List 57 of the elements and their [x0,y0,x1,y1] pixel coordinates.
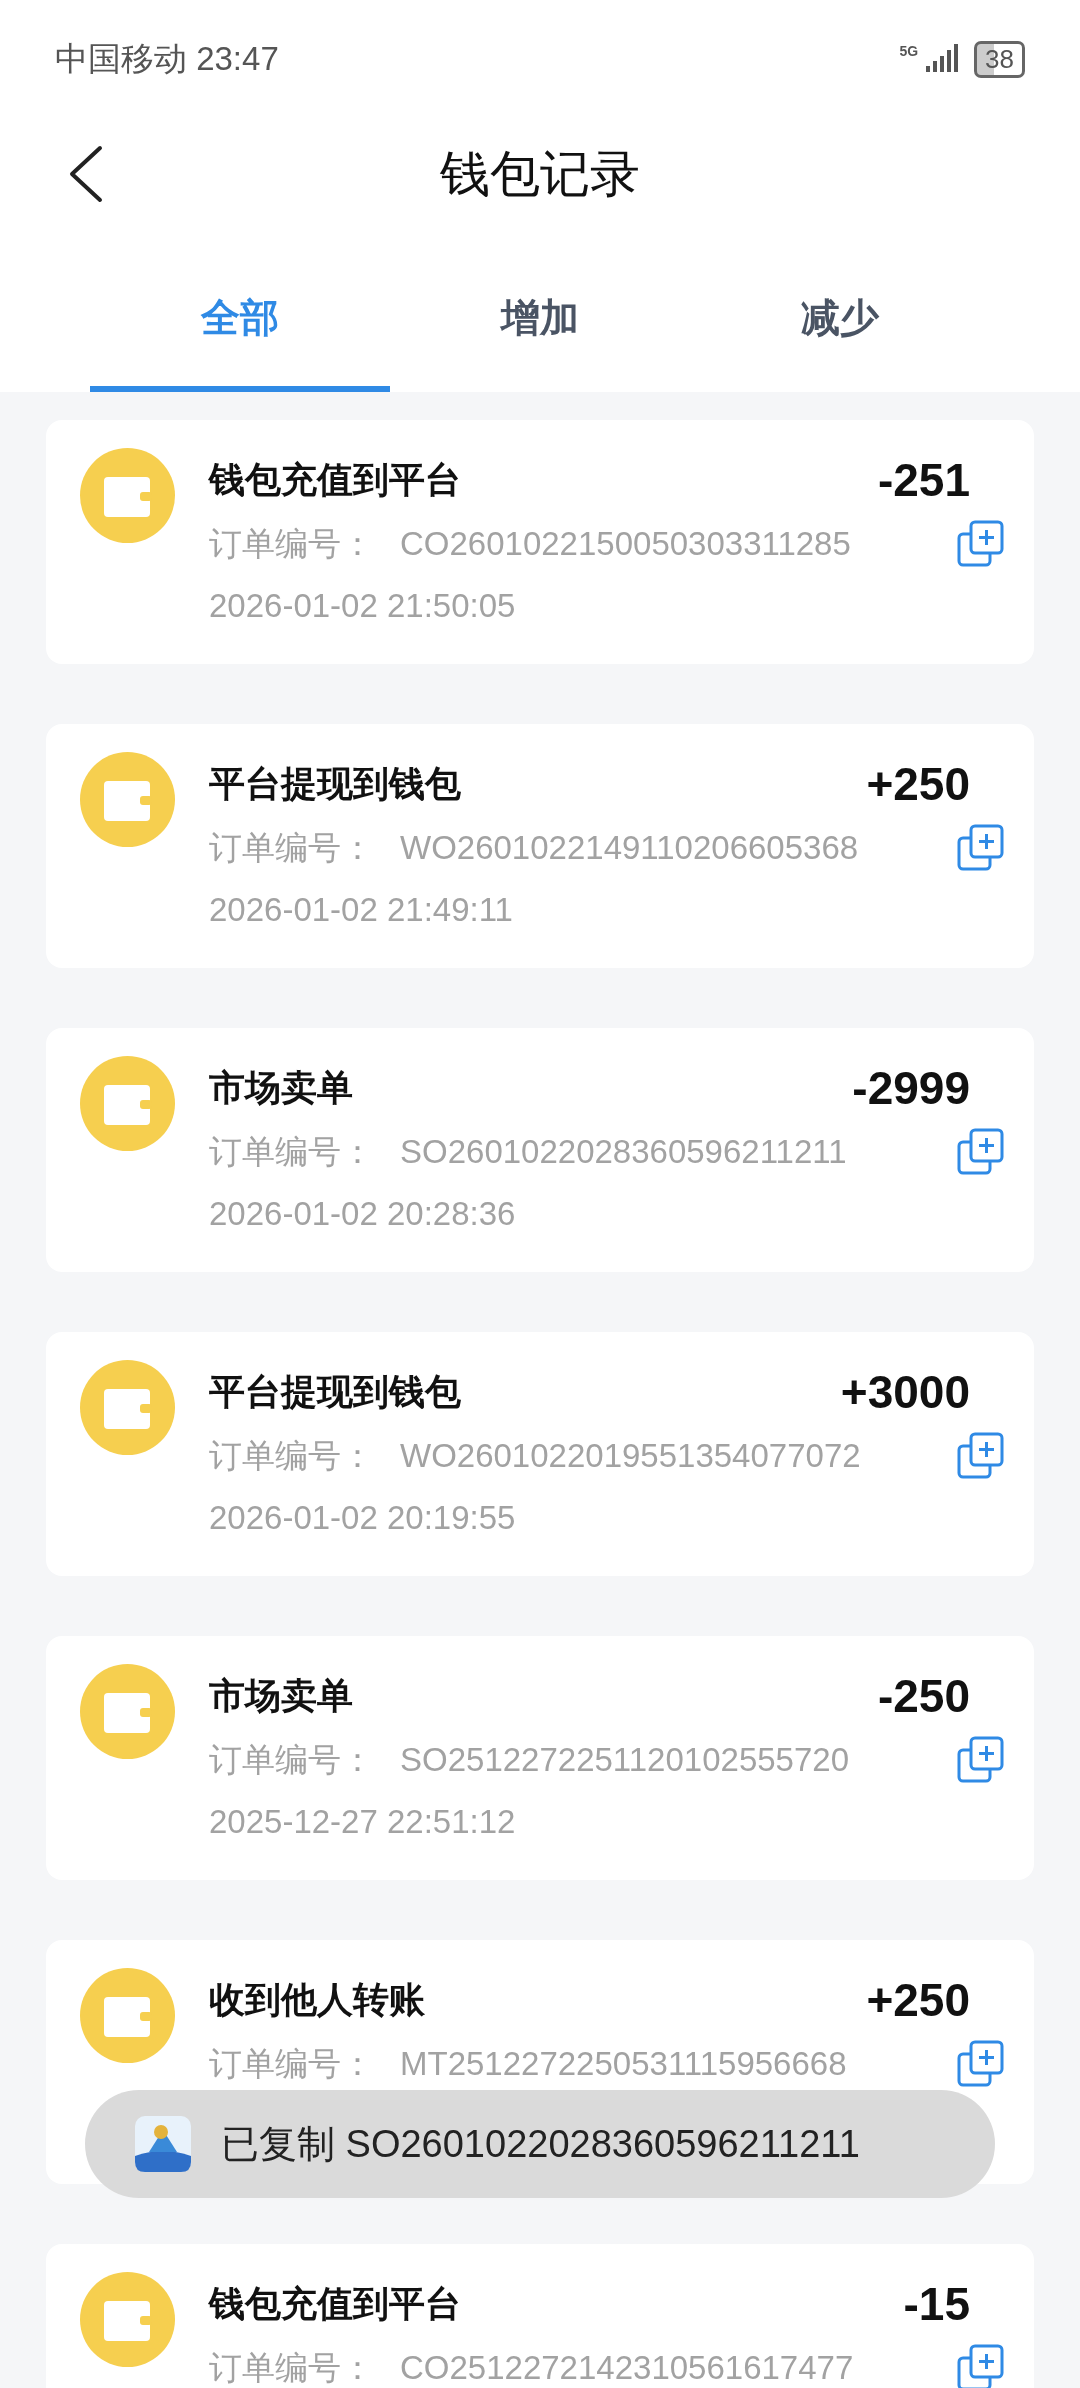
record-amount: -15 [903,2277,970,2331]
record-title: 钱包充值到平台 [209,457,461,502]
order-label: 订单编号： [209,1739,374,1780]
copy-icon[interactable] [956,1431,1006,1481]
order-number: CO2601022150050303311285 [400,525,851,563]
tab[interactable]: 全部 [90,230,390,392]
order-label: 订单编号： [209,523,374,564]
order-label: 订单编号： [209,1131,374,1172]
order-label: 订单编号： [209,827,374,868]
order-label: 订单编号： [209,2043,374,2084]
toast-message: 已复制 SO2601022028360596211211 [221,2121,860,2167]
order-number: WO2601022019551354077072 [400,1437,861,1475]
record-title: 平台提现到钱包 [209,761,461,806]
tab[interactable]: 减少 [690,230,990,392]
order-number: WO2601022149110206605368 [400,829,859,867]
signal-icon [924,44,959,74]
carrier-time: 中国移动 23:47 [55,38,279,79]
order-label: 订单编号： [209,1435,374,1476]
wallet-icon [80,1968,175,2063]
record-date: 2025-12-27 22:51:12 [209,1802,517,1842]
order-number: MT2512272250531115956668 [400,2045,847,2083]
record-amount: +250 [866,757,970,811]
record-date: 2026-01-02 21:49:11 [209,890,514,930]
battery-indicator: 38 [974,40,1025,78]
copy-icon[interactable] [956,2343,1006,2388]
copy-icon[interactable] [956,823,1006,873]
record-amount: -250 [877,1669,970,1723]
network-label: 5G [899,42,919,59]
wallet-icon [80,1664,175,1759]
record-amount: +3000 [840,1365,970,1419]
copy-icon[interactable] [956,519,1006,569]
record-date: 2026-01-02 21:50:05 [209,586,517,626]
app-icon [135,2116,191,2172]
order-label: 订单编号： [209,2347,374,2388]
record-amount: -251 [877,453,970,507]
page-title: 钱包记录 [440,144,640,204]
record-amount: +250 [866,1973,970,2027]
wallet-icon [80,752,175,847]
record-amount: -2999 [852,1061,970,1115]
wallet-icon [80,2272,175,2367]
copy-icon[interactable] [956,1735,1006,1785]
order-number: CO2512272142310561617477 [400,2349,854,2387]
tab[interactable]: 增加 [390,230,690,392]
wallet-icon [80,1360,175,1455]
order-number: SO2512272251120102555720 [400,1741,849,1779]
record-title: 钱包充值到平台 [209,2281,461,2326]
copy-icon[interactable] [956,1127,1006,1177]
record-title: 平台提现到钱包 [209,1369,461,1414]
record-title: 收到他人转账 [209,1977,425,2022]
record-date: 2026-01-02 20:19:55 [209,1498,517,1538]
wallet-icon [80,1056,175,1151]
wallet-icon [80,448,175,543]
order-number: SO2601022028360596211211 [400,1133,847,1171]
copy-icon[interactable] [956,2039,1006,2089]
record-title: 市场卖单 [209,1673,353,1718]
record-date: 2026-01-02 20:28:36 [209,1194,517,1234]
record-title: 市场卖单 [209,1065,353,1110]
